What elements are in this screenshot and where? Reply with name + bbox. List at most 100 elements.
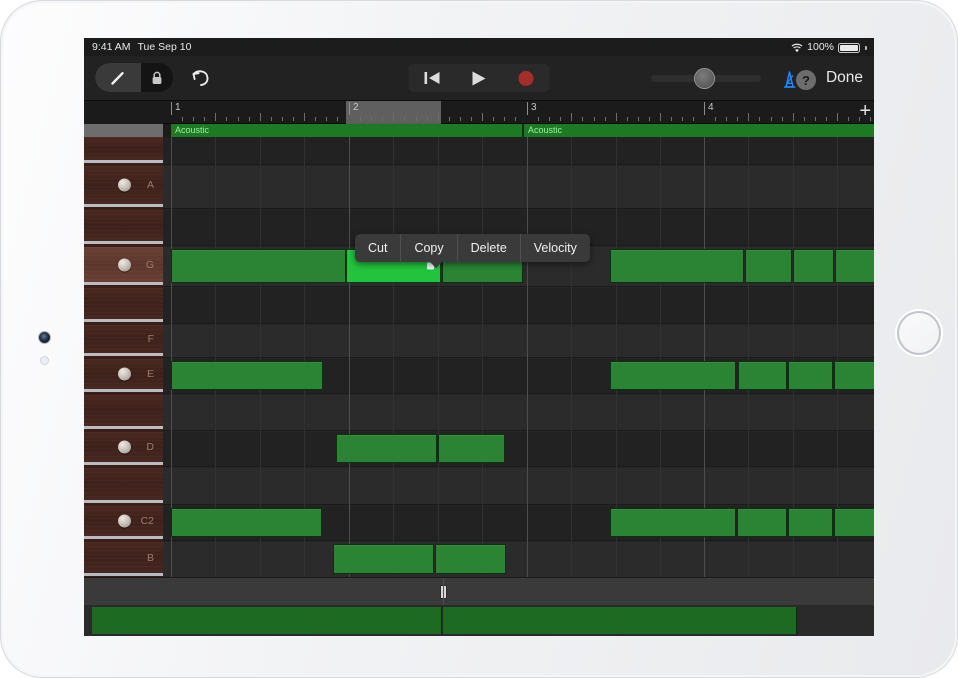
slider-knob[interactable] bbox=[695, 69, 714, 88]
note[interactable] bbox=[610, 249, 744, 283]
fret-string-label: A bbox=[147, 179, 154, 191]
grid-lane[interactable] bbox=[163, 137, 874, 165]
ruler-tick bbox=[616, 113, 617, 121]
pencil-lock-segmented-control[interactable] bbox=[95, 63, 173, 92]
grid-beat-line bbox=[571, 137, 572, 605]
add-track-button[interactable]: + bbox=[859, 102, 871, 121]
ruler-bars[interactable]: 1234 bbox=[163, 101, 874, 124]
ruler-left-pad bbox=[84, 101, 163, 124]
ruler-tick bbox=[759, 117, 760, 121]
ruler-tick bbox=[460, 117, 461, 121]
fret-string-label: E bbox=[147, 368, 154, 380]
note[interactable] bbox=[788, 361, 833, 390]
fret-string-row-C2[interactable]: C2 bbox=[84, 506, 163, 539]
fret-marker-dot-icon bbox=[118, 368, 131, 381]
front-camera-icon bbox=[39, 332, 50, 343]
fret-string-row-G[interactable]: G bbox=[84, 247, 163, 285]
lock-icon[interactable] bbox=[141, 63, 173, 92]
note[interactable] bbox=[834, 361, 874, 390]
grid-lane[interactable] bbox=[163, 166, 874, 209]
fret-marker-dot-icon bbox=[118, 179, 131, 192]
fret-string-row-F[interactable]: F bbox=[84, 325, 163, 356]
ruler-tick bbox=[571, 113, 572, 121]
note[interactable] bbox=[834, 508, 874, 537]
note[interactable] bbox=[835, 249, 874, 283]
note[interactable] bbox=[336, 434, 437, 463]
context-menu-item-copy[interactable]: Copy bbox=[401, 234, 457, 262]
fret-string-row-B[interactable]: B bbox=[84, 542, 163, 576]
grid-bar-line bbox=[349, 137, 350, 605]
mute-lane-bar-line bbox=[443, 578, 444, 606]
context-menu-item-cut[interactable]: Cut bbox=[355, 234, 401, 262]
record-dot bbox=[519, 71, 534, 86]
region-chip[interactable]: Acoustic bbox=[171, 124, 523, 137]
grid-lane[interactable] bbox=[163, 432, 874, 467]
context-menu-item-delete[interactable]: Delete bbox=[458, 234, 521, 262]
note[interactable] bbox=[171, 361, 323, 390]
done-button[interactable]: Done bbox=[826, 69, 863, 87]
ruler-tick bbox=[671, 117, 672, 121]
overview-region-chip[interactable] bbox=[443, 607, 797, 634]
ruler-bar-label-3: 3 bbox=[527, 102, 537, 115]
overview-region-chip[interactable] bbox=[92, 607, 442, 634]
status-bar-left: 9:41 AM Tue Sep 10 bbox=[92, 41, 191, 53]
master-volume-slider[interactable] bbox=[651, 75, 761, 82]
ios-status-bar: 9:41 AM Tue Sep 10 100% bbox=[84, 38, 874, 56]
home-button[interactable] bbox=[897, 311, 941, 355]
fret-string-row-E[interactable]: E bbox=[84, 359, 163, 392]
help-button[interactable]: ? bbox=[796, 70, 816, 90]
grid-lane[interactable] bbox=[163, 542, 874, 578]
ruler-tick bbox=[326, 117, 327, 121]
ruler-tick bbox=[726, 117, 727, 121]
fretboard-sidebar[interactable]: A G FE D C2B bbox=[84, 137, 163, 636]
record-icon[interactable] bbox=[503, 64, 550, 92]
grid-lane[interactable] bbox=[163, 468, 874, 505]
fret-marker-dot-icon bbox=[118, 515, 131, 528]
ruler-tick bbox=[693, 117, 694, 121]
note[interactable] bbox=[435, 544, 506, 574]
context-menu[interactable]: CutCopyDeleteVelocity bbox=[355, 234, 590, 262]
note[interactable] bbox=[738, 361, 787, 390]
fret-string-row[interactable] bbox=[84, 468, 163, 503]
note[interactable] bbox=[745, 249, 792, 283]
ruler-tick bbox=[660, 113, 661, 121]
undo-arrow-icon[interactable] bbox=[187, 65, 213, 91]
fret-string-label: G bbox=[146, 259, 154, 271]
grid-lane[interactable] bbox=[163, 325, 874, 358]
song-overview-bar[interactable] bbox=[84, 605, 874, 636]
rewind-to-start-icon[interactable] bbox=[409, 64, 456, 92]
ruler-tick bbox=[638, 117, 639, 121]
pencil-icon[interactable] bbox=[95, 63, 141, 92]
fret-string-row[interactable] bbox=[84, 210, 163, 244]
mute-lane[interactable] bbox=[84, 577, 874, 605]
note[interactable] bbox=[171, 508, 322, 537]
region-chip[interactable]: Acoustic bbox=[524, 124, 874, 137]
fret-string-row-A[interactable]: A bbox=[84, 166, 163, 207]
ruler-tick bbox=[793, 113, 794, 121]
note[interactable] bbox=[788, 508, 833, 537]
fret-string-row[interactable] bbox=[84, 288, 163, 322]
note[interactable] bbox=[737, 508, 787, 537]
note-editor: AGFEDC2B MUTE bbox=[84, 137, 874, 636]
ruler-tick bbox=[215, 113, 216, 121]
grid-lane[interactable] bbox=[163, 288, 874, 324]
grid-lane[interactable] bbox=[163, 395, 874, 431]
fret-string-row[interactable] bbox=[84, 137, 163, 163]
fret-string-row[interactable] bbox=[84, 395, 163, 429]
status-time: 9:41 AM bbox=[92, 41, 131, 53]
note[interactable] bbox=[438, 434, 505, 463]
fret-string-row-D[interactable]: D bbox=[84, 432, 163, 465]
ambient-sensor-icon bbox=[41, 357, 48, 364]
note[interactable] bbox=[610, 361, 736, 390]
note[interactable] bbox=[171, 249, 346, 283]
note-grid[interactable] bbox=[163, 137, 874, 636]
ruler-tick bbox=[815, 117, 816, 121]
ruler-tick bbox=[238, 117, 239, 121]
note[interactable] bbox=[333, 544, 434, 574]
note[interactable] bbox=[610, 508, 736, 537]
note[interactable] bbox=[793, 249, 834, 283]
fret-marker-dot-icon bbox=[118, 258, 131, 271]
play-icon[interactable] bbox=[456, 64, 503, 92]
toolbar-left-group bbox=[95, 63, 213, 92]
context-menu-item-velocity[interactable]: Velocity bbox=[521, 234, 590, 262]
